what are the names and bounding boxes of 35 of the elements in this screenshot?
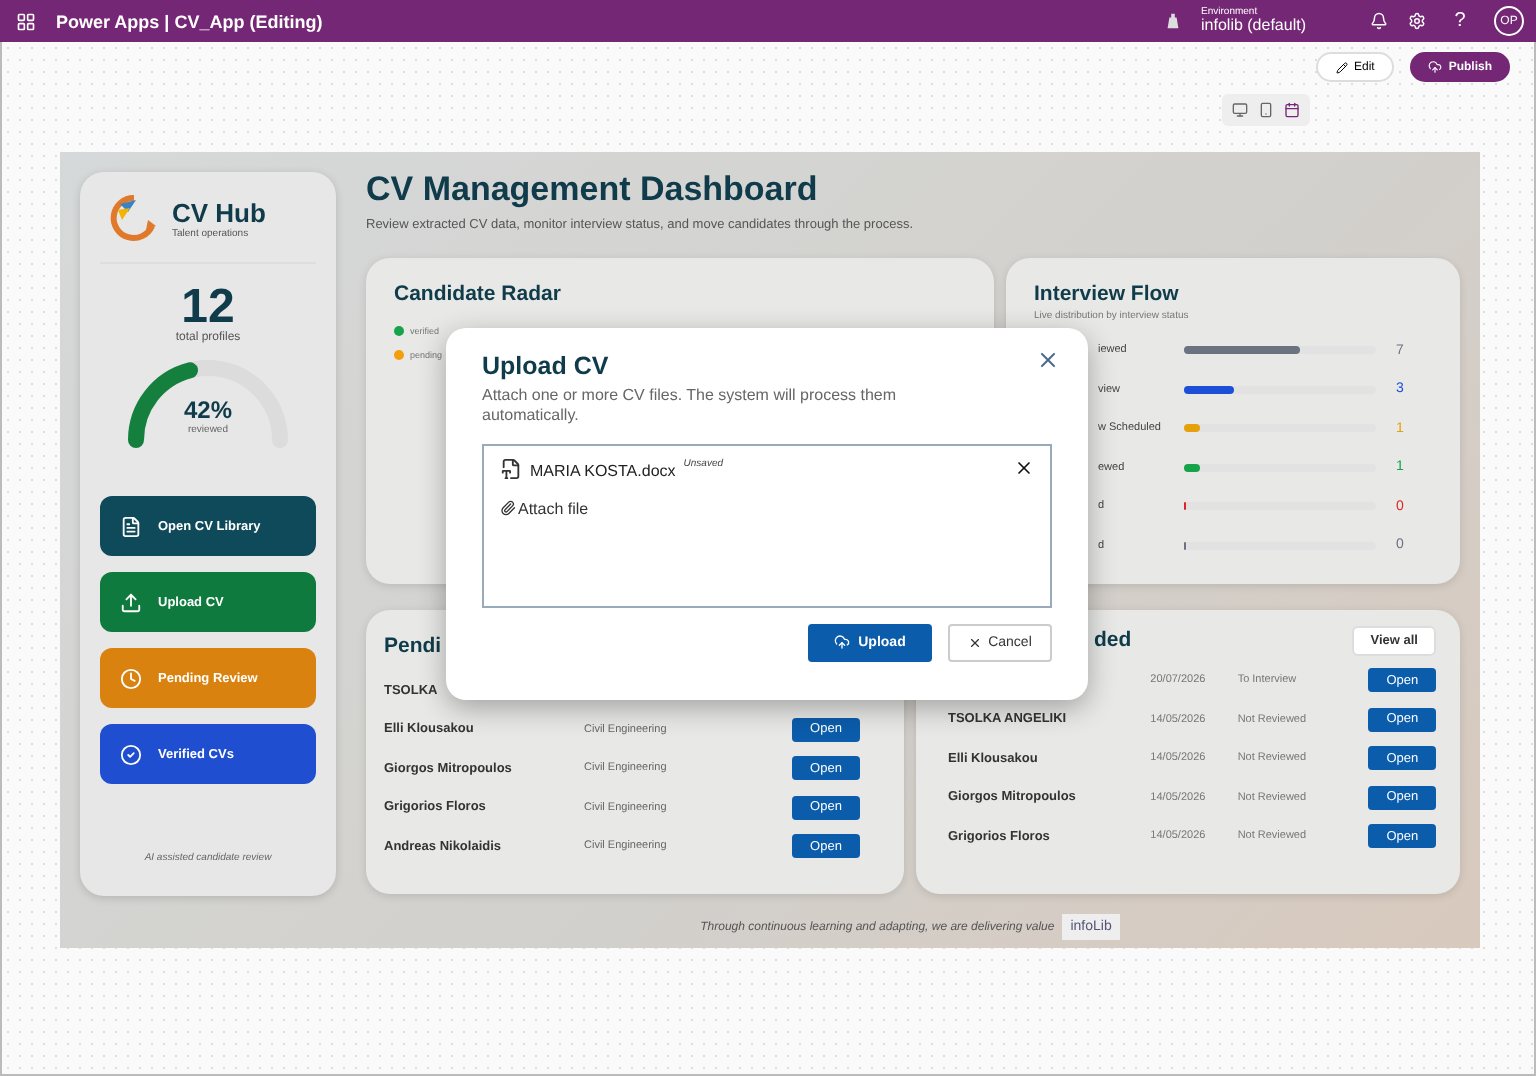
paperclip-icon	[500, 500, 516, 517]
page-title: CV Management Dashboard	[366, 172, 820, 210]
app-title: Power Apps | CV_App (Editing)	[56, 11, 325, 31]
card-title: Pendi	[384, 633, 442, 658]
calendar-icon[interactable]	[1284, 102, 1300, 118]
clock-icon	[120, 667, 142, 689]
check-circle-icon	[120, 743, 142, 765]
pencil-icon	[1335, 61, 1348, 73]
file-name: MARIA KOSTA.docx	[530, 461, 676, 480]
notifications-icon[interactable]	[1370, 12, 1388, 30]
monitor-icon[interactable]	[1232, 102, 1248, 118]
card-title: Candidate Radar	[394, 281, 561, 306]
attach-file-link[interactable]: Attach file	[500, 499, 589, 518]
remove-file-icon[interactable]	[1014, 457, 1034, 478]
app-launcher-icon[interactable]	[16, 11, 36, 31]
upload-icon	[120, 591, 142, 613]
document-icon	[500, 457, 522, 480]
close-button[interactable]	[1036, 348, 1060, 372]
total-count: 12	[181, 284, 235, 332]
gauge-value: 42%	[183, 396, 233, 424]
card-title: ded	[1094, 628, 1132, 653]
environment-icon	[1163, 12, 1182, 30]
help-icon[interactable]: ?	[1446, 10, 1474, 32]
environment-name[interactable]: infolib (default)	[1201, 18, 1306, 34]
settings-icon[interactable]	[1408, 12, 1426, 30]
document-icon	[120, 515, 142, 537]
publish-icon	[1428, 60, 1443, 74]
upload-icon	[834, 634, 851, 651]
brand-name: CV Hub	[172, 197, 266, 227]
logo-icon	[108, 192, 160, 244]
phone-icon[interactable]	[1258, 102, 1274, 118]
dialog-description: Attach one or more CV files. The system will process them automatically.	[482, 386, 899, 428]
card-title: Interview Flow	[1034, 281, 1179, 306]
dialog-title: Upload CV	[482, 352, 609, 380]
close-icon	[968, 635, 983, 650]
